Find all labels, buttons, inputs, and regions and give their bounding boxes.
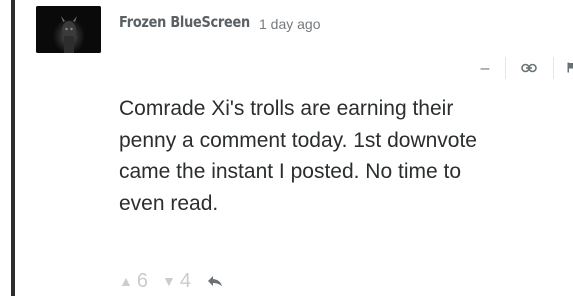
upvote-count: 6 xyxy=(136,269,148,292)
menu-separator xyxy=(505,57,506,79)
author-name[interactable]: Frozen BlueScreen xyxy=(119,13,250,31)
avatar[interactable] xyxy=(36,6,101,53)
flag-button[interactable] xyxy=(564,57,573,81)
link-button[interactable] xyxy=(517,57,541,81)
downvote-count: 4 xyxy=(179,269,191,292)
reply-button[interactable] xyxy=(207,275,223,287)
avatar-image xyxy=(36,6,101,53)
downvote-icon: ▼ xyxy=(161,273,176,289)
downvote-button[interactable]: ▼ 4 xyxy=(162,270,191,293)
upvote-button[interactable]: ▲ 6 xyxy=(119,270,148,293)
flag-icon xyxy=(567,60,573,78)
reply-arrow-icon xyxy=(207,276,222,287)
thread-line xyxy=(11,0,15,296)
menu-separator xyxy=(553,57,554,79)
comment-message: Comrade Xi's trolls are earning their pe… xyxy=(119,97,477,215)
comment: Frozen BlueScreen 1 day ago – Comrade Xi… xyxy=(36,6,573,296)
collapse-icon: – xyxy=(480,60,490,77)
post-time[interactable]: 1 day ago xyxy=(259,16,321,32)
link-icon xyxy=(521,60,537,78)
upvote-icon: ▲ xyxy=(119,273,133,289)
comment-footer: ▲ 6 ▼ 4 xyxy=(119,269,223,293)
comment-header: Frozen BlueScreen 1 day ago xyxy=(119,13,321,37)
collapse-button[interactable]: – xyxy=(476,57,494,81)
